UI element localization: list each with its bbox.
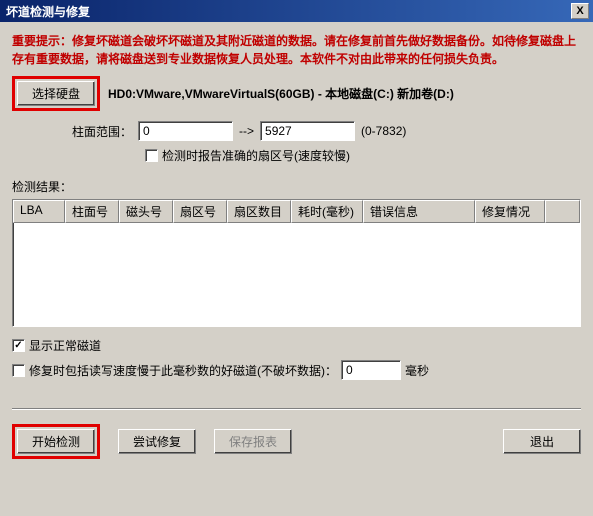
repair-speed-label: 修复时包括读写速度慢于此毫秒数的好磁道(不破坏数据)： bbox=[29, 362, 337, 379]
select-disk-button[interactable]: 选择硬盘 bbox=[17, 81, 95, 106]
repair-speed-checkbox[interactable] bbox=[12, 364, 25, 377]
col-rest bbox=[545, 200, 580, 223]
warning-text: 重要提示：修复坏磁道会破坏坏磁道及其附近磁道的数据。请在修复前首先做好数据备份。… bbox=[12, 30, 581, 76]
col-time[interactable]: 耗时(毫秒) bbox=[291, 200, 363, 223]
arrow-label: --> bbox=[239, 124, 254, 138]
try-repair-button[interactable]: 尝试修复 bbox=[118, 429, 196, 454]
col-lba[interactable]: LBA bbox=[13, 200, 65, 223]
divider bbox=[12, 408, 581, 410]
close-button[interactable]: X bbox=[571, 3, 589, 19]
col-count[interactable]: 扇区数目 bbox=[227, 200, 291, 223]
cylinder-range-label: 柱面范围： bbox=[72, 123, 132, 140]
exit-button[interactable]: 退出 bbox=[503, 429, 581, 454]
col-error[interactable]: 错误信息 bbox=[363, 200, 475, 223]
show-normal-label: 显示正常磁道 bbox=[29, 337, 101, 354]
range-hint: (0-7832) bbox=[361, 124, 406, 138]
col-repair[interactable]: 修复情况 bbox=[475, 200, 545, 223]
col-cylinder[interactable]: 柱面号 bbox=[65, 200, 119, 223]
save-report-button: 保存报表 bbox=[214, 429, 292, 454]
report-accurate-label: 检测时报告准确的扇区号(速度较慢) bbox=[162, 147, 350, 164]
start-detect-highlight: 开始检测 bbox=[12, 424, 100, 459]
result-table[interactable]: LBA 柱面号 磁头号 扇区号 扇区数目 耗时(毫秒) 错误信息 修复情况 bbox=[12, 199, 581, 327]
window-title: 坏道检测与修复 bbox=[6, 3, 90, 20]
range-from-input[interactable] bbox=[138, 121, 233, 141]
select-disk-highlight: 选择硬盘 bbox=[12, 76, 100, 111]
repair-speed-input[interactable] bbox=[341, 360, 401, 380]
start-detect-button[interactable]: 开始检测 bbox=[17, 429, 95, 454]
result-label: 检测结果： bbox=[12, 178, 581, 195]
ms-unit: 毫秒 bbox=[405, 362, 429, 379]
col-sector[interactable]: 扇区号 bbox=[173, 200, 227, 223]
range-to-input[interactable] bbox=[260, 121, 355, 141]
report-accurate-checkbox[interactable] bbox=[145, 149, 158, 162]
col-head[interactable]: 磁头号 bbox=[119, 200, 173, 223]
disk-label: HD0:VMware,VMwareVirtualS(60GB) - 本地磁盘(C… bbox=[108, 85, 454, 102]
show-normal-checkbox[interactable]: ✓ bbox=[12, 339, 25, 352]
